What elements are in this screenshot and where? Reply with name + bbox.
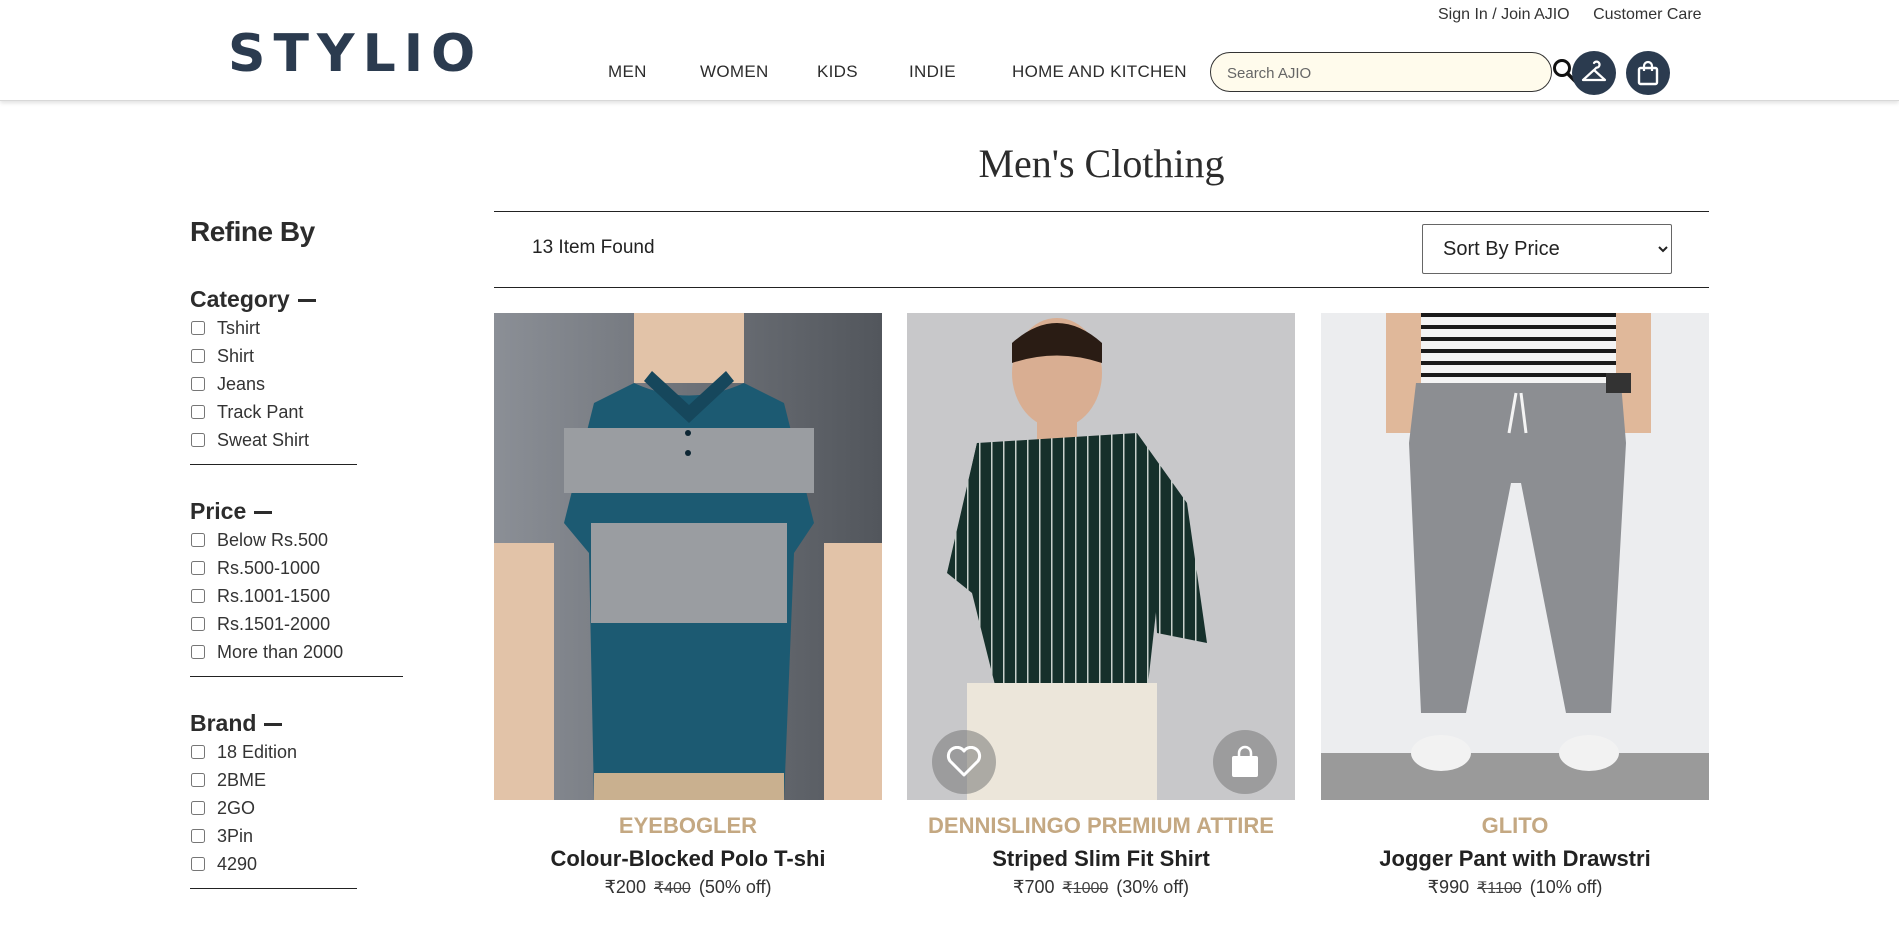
filter-option[interactable]: 2GO (190, 794, 357, 822)
site-logo[interactable]: STYLIO (228, 22, 483, 86)
filter-checkbox[interactable] (191, 829, 205, 843)
sort-select[interactable]: Sort By Price (1422, 224, 1672, 274)
wishlist-heart-icon[interactable] (932, 730, 996, 794)
filter-option[interactable]: Tshirt (190, 314, 357, 342)
nav-home-and-kitchen[interactable]: HOME AND KITCHEN (1012, 62, 1187, 82)
filter-option[interactable]: Rs.1001-1500 (190, 582, 403, 610)
customer-care-link[interactable]: Customer Care (1593, 6, 1701, 23)
filter-checkbox[interactable] (191, 561, 205, 575)
filter-checkbox[interactable] (191, 321, 205, 335)
product-price: ₹200 ₹400 (50% off) (604, 877, 772, 897)
filter-title[interactable]: Price (190, 496, 403, 526)
nav-kids[interactable]: KIDS (817, 62, 858, 82)
filter-checkbox[interactable] (191, 745, 205, 759)
filter-checkbox[interactable] (191, 349, 205, 363)
nav-women[interactable]: WOMEN (700, 62, 769, 82)
divider (494, 287, 1709, 288)
product-card[interactable]: DENNISLINGO PREMIUM ATTIRE Striped Slim … (907, 313, 1295, 898)
filter-option[interactable]: 4290 (190, 850, 357, 878)
collapse-dash-icon[interactable] (254, 511, 273, 515)
filter-brand: Brand 18 Edition 2BME 2GO 3Pin 4290 (190, 708, 357, 889)
divider (190, 464, 357, 465)
filter-option[interactable]: 3Pin (190, 822, 357, 850)
product-brand: GLITO (1481, 813, 1549, 838)
search-input[interactable] (1225, 61, 1489, 85)
product-name[interactable]: Striped Slim Fit Shirt (907, 845, 1295, 873)
product-image[interactable] (907, 313, 1295, 800)
filter-option[interactable]: 2BME (190, 766, 357, 794)
divider (190, 888, 357, 889)
product-name[interactable]: Colour-Blocked Polo T-shi (494, 845, 882, 873)
collapse-dash-icon[interactable] (264, 723, 283, 727)
refine-by-heading: Refine By (190, 216, 315, 247)
filter-checkbox[interactable] (191, 589, 205, 603)
product-brand: DENNISLINGO PREMIUM ATTIRE (928, 813, 1274, 838)
filter-checkbox[interactable] (191, 801, 205, 815)
filter-option[interactable]: Jeans (190, 370, 357, 398)
filter-option[interactable]: Sweat Shirt (190, 426, 357, 454)
collapse-dash-icon[interactable] (297, 299, 316, 303)
product-price: ₹990 ₹1100 (10% off) (1427, 877, 1603, 897)
filter-category: Category Tshirt Shirt Jeans Track Pant S… (190, 284, 357, 465)
user-hanger-icon[interactable] (1572, 51, 1616, 95)
filter-option[interactable]: Rs.1501-2000 (190, 610, 403, 638)
filter-checkbox[interactable] (191, 857, 205, 871)
item-count: 13 Item Found (532, 237, 655, 258)
filter-option[interactable]: Below Rs.500 (190, 526, 403, 554)
product-card[interactable]: EYEBOGLER Colour-Blocked Polo T-shi ₹200… (494, 313, 882, 898)
shopping-bag-icon[interactable] (1626, 51, 1670, 95)
sign-in-link[interactable]: Sign In / Join AJIO (1438, 6, 1570, 23)
product-name[interactable]: Jogger Pant with Drawstri (1321, 845, 1709, 873)
filter-checkbox[interactable] (191, 433, 205, 447)
filter-option[interactable]: Rs.500-1000 (190, 554, 403, 582)
filter-checkbox[interactable] (191, 645, 205, 659)
top-links: Sign In / Join AJIO Customer Care (1438, 6, 1721, 24)
page-title: Men's Clothing (978, 141, 1225, 186)
product-image[interactable] (1321, 313, 1709, 800)
search-box (1210, 52, 1552, 92)
add-to-bag-icon[interactable] (1213, 730, 1277, 794)
site-header: STYLIO Sign In / Join AJIO Customer Care… (0, 0, 1899, 101)
product-image[interactable] (494, 313, 882, 800)
filter-price: Price Below Rs.500 Rs.500-1000 Rs.1001-1… (190, 496, 403, 677)
product-price: ₹700 ₹1000 (30% off) (1013, 877, 1189, 897)
divider (190, 676, 403, 677)
filter-title[interactable]: Brand (190, 708, 357, 738)
divider (494, 211, 1709, 212)
filter-option[interactable]: Shirt (190, 342, 357, 370)
filter-checkbox[interactable] (191, 405, 205, 419)
product-card[interactable]: GLITO Jogger Pant with Drawstri ₹990 ₹110… (1321, 313, 1709, 898)
filter-option[interactable]: Track Pant (190, 398, 357, 426)
nav-indie[interactable]: INDIE (909, 62, 956, 82)
filter-checkbox[interactable] (191, 773, 205, 787)
filter-checkbox[interactable] (191, 617, 205, 631)
filter-option[interactable]: More than 2000 (190, 638, 403, 666)
filter-checkbox[interactable] (191, 533, 205, 547)
nav-men[interactable]: MEN (608, 62, 647, 82)
filter-title[interactable]: Category (190, 284, 357, 314)
filter-option[interactable]: 18 Edition (190, 738, 357, 766)
filter-checkbox[interactable] (191, 377, 205, 391)
product-brand: EYEBOGLER (618, 813, 758, 838)
